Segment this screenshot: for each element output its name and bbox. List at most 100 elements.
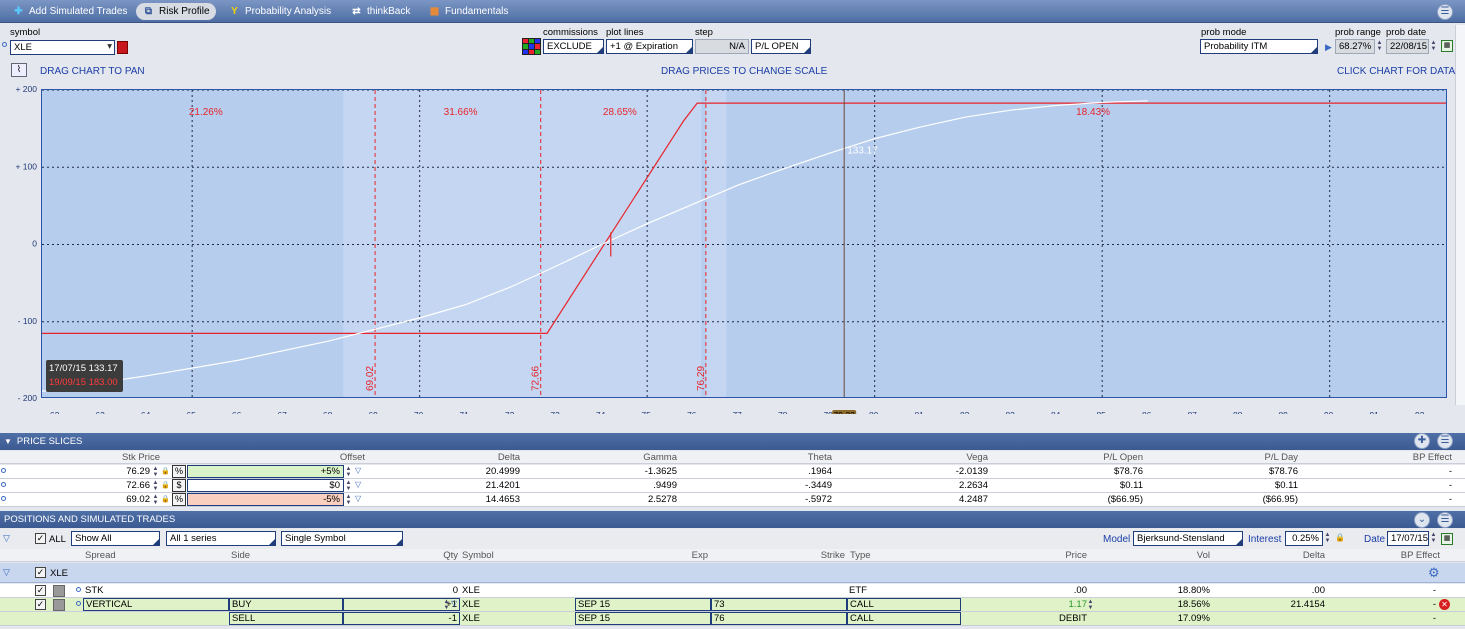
slice-offset[interactable]: -5%: [187, 493, 344, 506]
col-side[interactable]: Side: [231, 550, 250, 561]
col-qty[interactable]: Qty: [400, 550, 458, 561]
commissions-select[interactable]: EXCLUDE: [543, 39, 604, 54]
tab-probability-analysis[interactable]: Y Probability Analysis: [222, 3, 337, 20]
slices-menu-icon[interactable]: ☰: [1437, 433, 1453, 449]
col-delta[interactable]: Delta: [1280, 550, 1325, 561]
col-offset[interactable]: Offset: [200, 452, 365, 463]
row-color-swatch[interactable]: [53, 585, 65, 597]
prob-mode-select[interactable]: Probability ITM: [1200, 39, 1318, 54]
pos-type[interactable]: CALL: [847, 598, 961, 611]
pos-type[interactable]: CALL: [847, 612, 961, 625]
symbol-color-flag[interactable]: [117, 41, 128, 54]
position-row[interactable]: SELL -1 XLE SEP 15 76 CALL DEBIT 17.09% …: [0, 612, 1465, 626]
slice-stk-price[interactable]: 76.29: [90, 466, 150, 477]
positions-menu-icon[interactable]: ☰: [1437, 512, 1453, 528]
menu-icon[interactable]: ☰: [1437, 4, 1453, 20]
pos-qty[interactable]: -1: [343, 612, 460, 625]
col-bp-effect[interactable]: BP Effect: [1380, 550, 1440, 561]
interest-stepper[interactable]: ▲ ▼: [1324, 532, 1331, 544]
lock-icon[interactable]: 🔒: [161, 467, 170, 475]
offset-stepper[interactable]: ▲ ▼: [345, 466, 352, 478]
col-price[interactable]: Price: [1040, 550, 1087, 561]
stk-stepper[interactable]: ▲ ▼: [152, 494, 159, 506]
link-dot-icon[interactable]: [2, 42, 7, 47]
offset-type-toggle[interactable]: %: [172, 465, 186, 478]
tab-add-simulated-trades[interactable]: ✚ Add Simulated Trades: [6, 3, 133, 20]
prob-date-input[interactable]: 22/08/15: [1386, 39, 1429, 54]
dropdown-arrow-icon[interactable]: ▽: [451, 599, 457, 608]
col-exp[interactable]: Exp: [650, 550, 708, 561]
stk-stepper[interactable]: ▲ ▼: [152, 480, 159, 492]
date-stepper[interactable]: ▲ ▼: [1430, 532, 1437, 544]
offset-stepper[interactable]: ▲ ▼: [345, 480, 352, 492]
row-color-swatch[interactable]: [53, 599, 65, 611]
group-checkbox[interactable]: ✓: [35, 567, 46, 578]
col-theta[interactable]: Theta: [740, 452, 832, 463]
add-slice-button[interactable]: ✚: [1414, 433, 1430, 449]
plot-lines-select[interactable]: +1 @ Expiration: [606, 39, 693, 54]
stk-stepper[interactable]: ▲ ▼: [152, 466, 159, 478]
pos-exp[interactable]: SEP 15: [575, 598, 711, 611]
dropdown-arrow-icon[interactable]: ▾: [107, 41, 112, 52]
prob-range-input[interactable]: 68.27%: [1335, 39, 1375, 54]
slice-offset[interactable]: $0: [187, 479, 344, 492]
prob-range-stepper[interactable]: ▲ ▼: [1376, 40, 1383, 52]
tab-thinkback[interactable]: ⇄ thinkBack: [344, 3, 416, 20]
col-vega[interactable]: Vega: [900, 452, 988, 463]
play-arrow-icon[interactable]: ▶: [1325, 42, 1332, 53]
lock-icon[interactable]: 🔒: [161, 495, 170, 503]
lock-icon[interactable]: 🔒: [1335, 533, 1345, 542]
series-filter-select[interactable]: All 1 series: [166, 531, 276, 546]
row-checkbox[interactable]: ✓: [35, 599, 46, 610]
pos-strike[interactable]: 73: [711, 598, 847, 611]
positions-header[interactable]: POSITIONS AND SIMULATED TRADES: [0, 511, 1465, 528]
pos-side[interactable]: SELL: [229, 612, 343, 625]
col-pl-open[interactable]: P/L Open: [1060, 452, 1143, 463]
slice-stk-price[interactable]: 72.66: [90, 480, 150, 491]
col-delta[interactable]: Delta: [420, 452, 520, 463]
date-input[interactable]: 17/07/15: [1387, 531, 1429, 546]
col-gamma[interactable]: Gamma: [580, 452, 677, 463]
all-checkbox[interactable]: ✓: [35, 533, 46, 544]
col-spread[interactable]: Spread: [85, 550, 116, 561]
link-dot-icon[interactable]: [1, 496, 6, 501]
price-slice-row[interactable]: 76.29 ▲ ▼ 🔒 % +5% ▲ ▼ ▽ 20.4999 -1.3625 .1…: [0, 465, 1465, 479]
dropdown-arrow-icon[interactable]: ▽: [355, 480, 361, 489]
link-dot-icon[interactable]: [1, 468, 6, 473]
symbol-input[interactable]: XLE ▾: [10, 40, 115, 55]
gear-icon[interactable]: ⚙: [1428, 565, 1440, 581]
tab-fundamentals[interactable]: ▦ Fundamentals: [422, 3, 514, 20]
show-filter-select[interactable]: Show All: [71, 531, 160, 546]
col-bp-effect[interactable]: BP Effect: [1380, 452, 1452, 463]
price-slice-row[interactable]: 69.02 ▲ ▼ 🔒 % -5% ▲ ▼ ▽ 14.4653 2.5278 -.5…: [0, 493, 1465, 507]
model-select[interactable]: Bjerksund-Stensland: [1133, 531, 1243, 546]
link-dot-icon[interactable]: [76, 601, 81, 606]
price-slice-row[interactable]: 72.66 ▲ ▼ 🔒 $ $0 ▲ ▼ ▽ 21.4201 .9499 -.344…: [0, 479, 1465, 493]
slice-stk-price[interactable]: 69.02: [90, 494, 150, 505]
collapse-arrow-icon[interactable]: ▼: [4, 437, 12, 446]
expand-arrow-icon[interactable]: ▽: [3, 567, 10, 578]
pos-strike[interactable]: 76: [711, 612, 847, 625]
pos-side[interactable]: BUY: [229, 598, 343, 611]
col-symbol[interactable]: Symbol: [462, 550, 494, 561]
offset-type-toggle[interactable]: %: [172, 493, 186, 506]
qty-stepper[interactable]: ▲ ▼: [443, 599, 450, 611]
calendar-icon[interactable]: ▦: [1441, 40, 1453, 52]
col-strike[interactable]: Strike: [790, 550, 845, 561]
slice-offset[interactable]: +5%: [187, 465, 344, 478]
dropdown-arrow-icon[interactable]: ▽: [355, 466, 361, 475]
calendar-icon[interactable]: ▦: [1441, 533, 1453, 545]
expand-arrow-icon[interactable]: ▽: [3, 533, 10, 544]
collapse-all-icon[interactable]: ⌄: [1414, 512, 1430, 528]
color-grid-icon[interactable]: [522, 38, 541, 55]
dropdown-arrow-icon[interactable]: ▽: [355, 494, 361, 503]
lock-icon[interactable]: 🔒: [161, 481, 170, 489]
pl-open-select[interactable]: P/L OPEN: [751, 39, 811, 54]
chart-type-icon[interactable]: ⌇: [11, 63, 27, 77]
price-slices-header[interactable]: ▼ PRICE SLICES: [0, 433, 1465, 450]
group-row-xle[interactable]: ▽ ✓ XLE ⚙: [0, 563, 1465, 583]
link-dot-icon[interactable]: [1, 482, 6, 487]
prob-date-stepper[interactable]: ▲ ▼: [1430, 40, 1437, 52]
symbol-filter-select[interactable]: Single Symbol: [281, 531, 403, 546]
row-checkbox[interactable]: ✓: [35, 585, 46, 596]
